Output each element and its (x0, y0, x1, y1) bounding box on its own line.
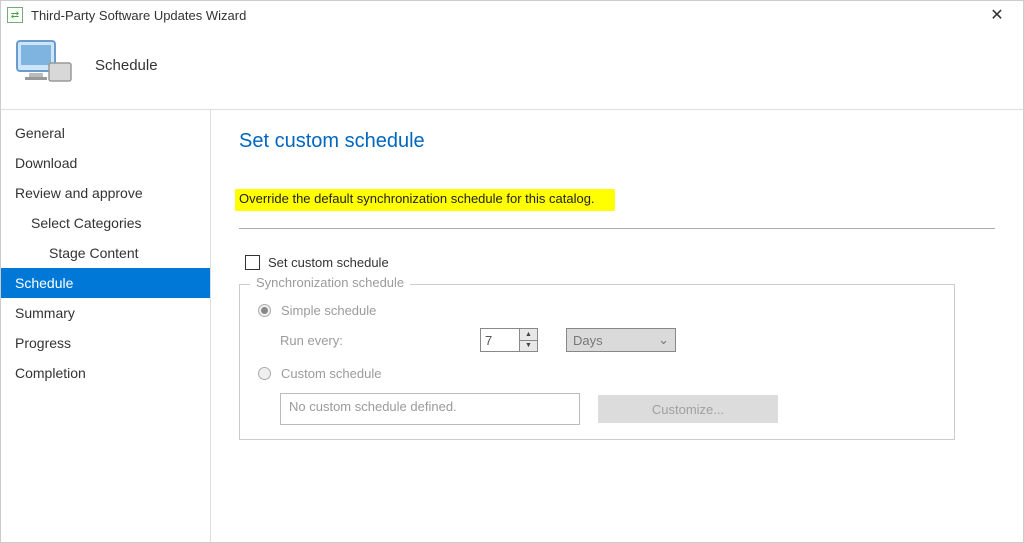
sidebar-item-download[interactable]: Download (1, 148, 210, 178)
sidebar-item-stage-content[interactable]: Stage Content (1, 238, 210, 268)
fieldset-legend: Synchronization schedule (250, 275, 410, 290)
wizard-header: Schedule (1, 29, 1023, 109)
wizard-sidebar: GeneralDownloadReview and approveSelect … (1, 110, 211, 542)
sidebar-item-summary[interactable]: Summary (1, 298, 210, 328)
run-every-unit: Days (573, 333, 603, 348)
sidebar-item-completion[interactable]: Completion (1, 358, 210, 388)
run-every-input[interactable] (481, 329, 519, 351)
custom-define-row: No custom schedule defined. Customize... (280, 393, 936, 425)
content-heading: Set custom schedule (239, 130, 995, 153)
sync-schedule-fieldset: Synchronization schedule Simple schedule… (239, 284, 955, 440)
override-text: Override the default synchronization sch… (239, 191, 595, 206)
set-custom-schedule-label: Set custom schedule (268, 255, 389, 270)
run-every-label: Run every: (280, 333, 480, 348)
monitor-icon (13, 39, 75, 91)
sidebar-item-review-and-approve[interactable]: Review and approve (1, 178, 210, 208)
run-every-row: Run every: ▲ ▼ Days ⌄ (280, 328, 936, 352)
simple-schedule-row: Simple schedule (258, 303, 936, 318)
spinner-up-icon[interactable]: ▲ (520, 329, 537, 341)
spinner-down-icon[interactable]: ▼ (520, 341, 537, 352)
set-custom-schedule-checkbox[interactable] (245, 255, 260, 270)
window-title: Third-Party Software Updates Wizard (31, 8, 977, 23)
simple-schedule-radio[interactable] (258, 304, 271, 317)
sidebar-item-select-categories[interactable]: Select Categories (1, 208, 210, 238)
spinner-arrows: ▲ ▼ (519, 329, 537, 351)
close-button[interactable]: ✕ (977, 5, 1017, 25)
custom-schedule-label: Custom schedule (281, 366, 381, 381)
custom-schedule-row: Custom schedule (258, 366, 936, 381)
custom-schedule-radio[interactable] (258, 367, 271, 380)
simple-schedule-label: Simple schedule (281, 303, 376, 318)
custom-schedule-textbox: No custom schedule defined. (280, 393, 580, 425)
divider (239, 228, 995, 229)
sidebar-item-progress[interactable]: Progress (1, 328, 210, 358)
sidebar-item-general[interactable]: General (1, 118, 210, 148)
app-icon: ⇄ (7, 7, 23, 23)
content-panel: Set custom schedule Override the default… (211, 110, 1023, 542)
titlebar: ⇄ Third-Party Software Updates Wizard ✕ (1, 1, 1023, 29)
run-every-spinner[interactable]: ▲ ▼ (480, 328, 538, 352)
run-every-unit-select[interactable]: Days ⌄ (566, 328, 676, 352)
chevron-down-icon: ⌄ (658, 332, 669, 348)
set-custom-schedule-row: Set custom schedule (239, 255, 995, 270)
override-description: Override the default synchronization sch… (239, 191, 595, 206)
step-name: Schedule (95, 57, 158, 74)
customize-button[interactable]: Customize... (598, 395, 778, 423)
sidebar-item-schedule[interactable]: Schedule (1, 268, 210, 298)
